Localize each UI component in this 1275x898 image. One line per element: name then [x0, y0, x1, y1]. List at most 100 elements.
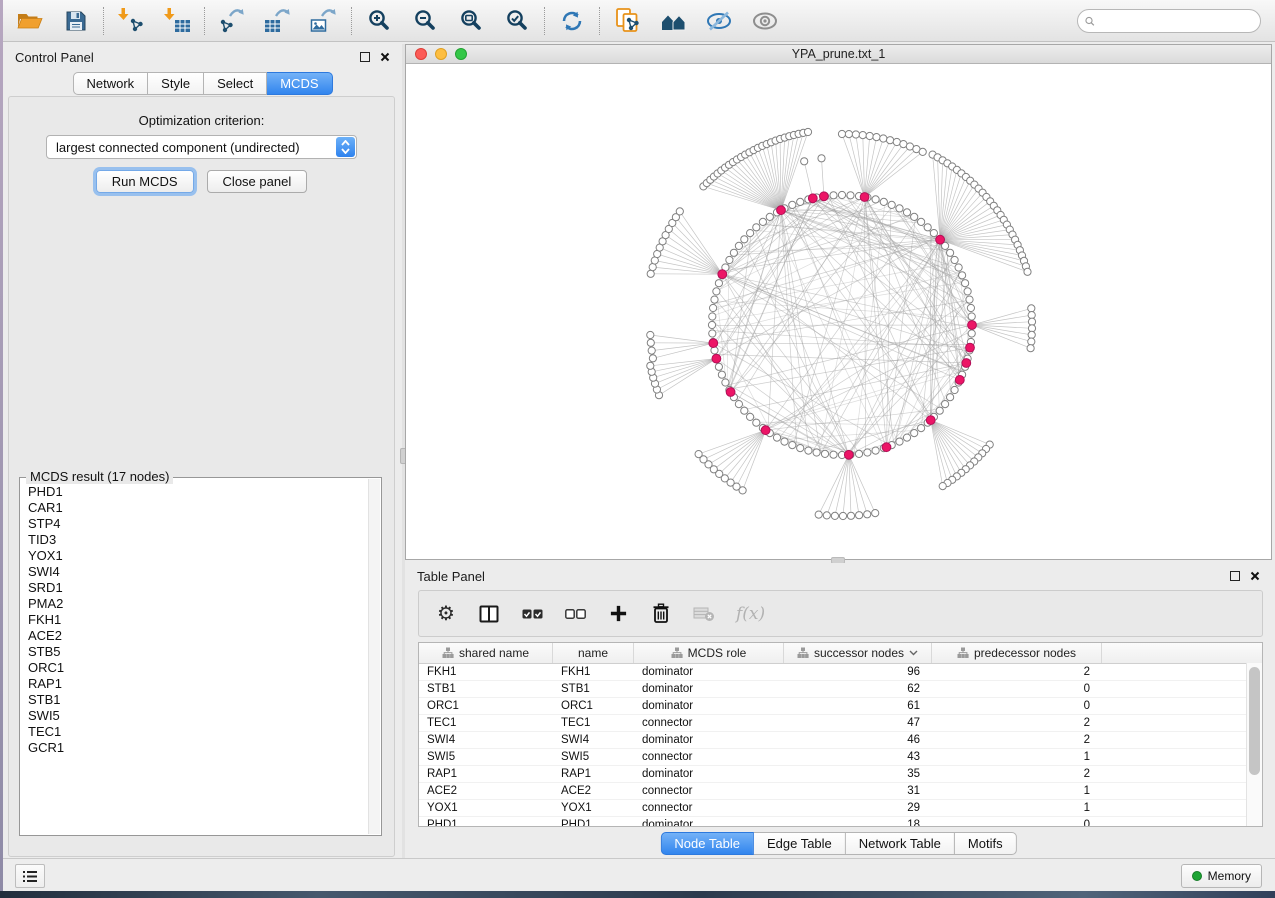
import-network-icon[interactable] — [117, 7, 145, 35]
mcds-result-list[interactable]: PHD1CAR1STP4TID3YOX1SWI4SRD1PMA2FKH1ACE2… — [20, 480, 368, 833]
minimize-window-icon[interactable] — [435, 48, 447, 60]
table-scrollbar[interactable] — [1246, 663, 1262, 826]
mcds-result-item[interactable]: ACE2 — [28, 628, 368, 644]
search-input[interactable] — [1095, 13, 1260, 29]
network-from-selection-icon[interactable] — [613, 7, 641, 35]
table-row[interactable]: STB1STB1dominator620 — [419, 681, 1262, 698]
mcds-result-item[interactable]: FKH1 — [28, 612, 368, 628]
control-panel-header: Control Panel — [3, 44, 402, 70]
cell: 47 — [784, 717, 932, 729]
mcds-list-scrollbar[interactable] — [368, 479, 380, 834]
criterion-select[interactable]: largest connected component (undirected) — [46, 135, 357, 159]
main-toolbar — [3, 0, 1275, 42]
mcds-result-item[interactable]: STB1 — [28, 692, 368, 708]
float-panel-icon[interactable] — [360, 50, 370, 65]
select-all-columns-icon[interactable] — [521, 602, 543, 626]
delete-table-icon-disabled — [693, 602, 715, 626]
column-header-mcds-role[interactable]: MCDS role — [634, 643, 784, 663]
run-mcds-button[interactable]: Run MCDS — [96, 170, 194, 193]
mcds-result-item[interactable]: PMA2 — [28, 596, 368, 612]
cell: FKH1 — [553, 666, 634, 678]
table-row[interactable]: RAP1RAP1dominator352 — [419, 766, 1262, 783]
refresh-icon[interactable] — [558, 7, 586, 35]
mcds-result-item[interactable]: RAP1 — [28, 676, 368, 692]
mcds-result-item[interactable]: TID3 — [28, 532, 368, 548]
column-header-shared-name[interactable]: shared name — [419, 643, 553, 663]
network-window-title: YPA_prune.txt_1 — [792, 47, 886, 61]
table-row[interactable]: FKH1FKH1dominator962 — [419, 664, 1262, 681]
table-row[interactable]: ACE2ACE2connector311 — [419, 783, 1262, 800]
table-row[interactable]: PHD1PHD1dominator180 — [419, 817, 1262, 827]
cell: YOX1 — [419, 802, 553, 814]
table-row[interactable]: YOX1YOX1connector291 — [419, 800, 1262, 817]
tab-mcds[interactable]: MCDS — [267, 72, 332, 95]
import-table-icon[interactable] — [163, 7, 191, 35]
zoom-in-icon[interactable] — [365, 7, 393, 35]
network-view-canvas[interactable] — [406, 64, 1271, 560]
mcds-result-item[interactable]: PHD1 — [28, 484, 368, 500]
column-header-name[interactable]: name — [553, 643, 634, 663]
tab-network-table[interactable]: Network Table — [846, 832, 955, 855]
table-scrollbar-thumb[interactable] — [1249, 667, 1260, 775]
zoom-selected-icon[interactable] — [503, 7, 531, 35]
mcds-result-item[interactable]: STP4 — [28, 516, 368, 532]
dominator-node — [882, 443, 891, 452]
mcds-result-item[interactable]: GCR1 — [28, 740, 368, 756]
mcds-result-item[interactable]: YOX1 — [28, 548, 368, 564]
export-table-icon[interactable] — [264, 7, 292, 35]
sort-chevron-icon[interactable] — [909, 650, 918, 656]
table-row[interactable]: ORC1ORC1dominator610 — [419, 698, 1262, 715]
dominator-node — [761, 426, 770, 435]
maximize-window-icon[interactable] — [455, 48, 467, 60]
close-table-panel-icon[interactable] — [1250, 569, 1260, 584]
first-neighbors-icon[interactable] — [659, 7, 687, 35]
control-panel: Control Panel NetworkStyleSelectMCDS Opt… — [3, 44, 402, 858]
mcds-result-item[interactable]: SWI5 — [28, 708, 368, 724]
tab-select[interactable]: Select — [204, 72, 267, 95]
close-panel-icon[interactable] — [380, 50, 390, 65]
show-graphics-details-icon[interactable] — [751, 7, 779, 35]
network-window-titlebar[interactable]: YPA_prune.txt_1 — [406, 45, 1271, 64]
close-panel-button[interactable]: Close panel — [207, 170, 308, 193]
float-table-panel-icon[interactable] — [1230, 569, 1240, 584]
task-history-button[interactable] — [15, 864, 45, 888]
zoom-fit-icon[interactable] — [457, 7, 485, 35]
mcds-result-item[interactable]: SWI4 — [28, 564, 368, 580]
export-image-icon[interactable] — [310, 7, 338, 35]
tab-motifs[interactable]: Motifs — [955, 832, 1017, 855]
cell: 96 — [784, 666, 932, 678]
tab-style[interactable]: Style — [148, 72, 204, 95]
mcds-result-item[interactable]: STB5 — [28, 644, 368, 660]
unselect-all-columns-icon[interactable] — [564, 602, 586, 626]
mcds-result-item[interactable]: TEC1 — [28, 724, 368, 740]
open-file-icon[interactable] — [16, 7, 44, 35]
column-header-successor-nodes[interactable]: successor nodes — [784, 643, 932, 663]
cell: 29 — [784, 802, 932, 814]
table-row[interactable]: TEC1TEC1connector472 — [419, 715, 1262, 732]
tab-node-table[interactable]: Node Table — [660, 832, 754, 855]
optimization-criterion-label: Optimization criterion: — [9, 113, 394, 128]
mcds-result-item[interactable]: ORC1 — [28, 660, 368, 676]
column-header-predecessor-nodes[interactable]: predecessor nodes — [932, 643, 1102, 663]
save-session-icon[interactable] — [62, 7, 90, 35]
search-box[interactable] — [1077, 9, 1261, 33]
dominator-node — [820, 192, 829, 201]
zoom-out-icon[interactable] — [411, 7, 439, 35]
cell: TEC1 — [553, 717, 634, 729]
memory-button[interactable]: Memory — [1181, 864, 1262, 888]
delete-column-trash-icon[interactable] — [650, 602, 672, 626]
mcds-result-item[interactable]: SRD1 — [28, 580, 368, 596]
table-row[interactable]: SWI4SWI4dominator462 — [419, 732, 1262, 749]
tab-edge-table[interactable]: Edge Table — [754, 832, 846, 855]
mcds-result-item[interactable]: CAR1 — [28, 500, 368, 516]
tab-network[interactable]: Network — [72, 72, 148, 95]
cell: STB1 — [553, 683, 634, 695]
export-network-icon[interactable] — [218, 7, 246, 35]
hide-graphics-details-icon[interactable] — [705, 7, 733, 35]
show-columns-icon[interactable] — [478, 602, 500, 626]
table-settings-gear-icon[interactable]: ⚙ — [435, 602, 457, 626]
table-row[interactable]: SWI5SWI5connector431 — [419, 749, 1262, 766]
create-column-plus-icon[interactable] — [607, 602, 629, 626]
close-window-icon[interactable] — [415, 48, 427, 60]
table-body: FKH1FKH1dominator962STB1STB1dominator620… — [419, 664, 1262, 827]
